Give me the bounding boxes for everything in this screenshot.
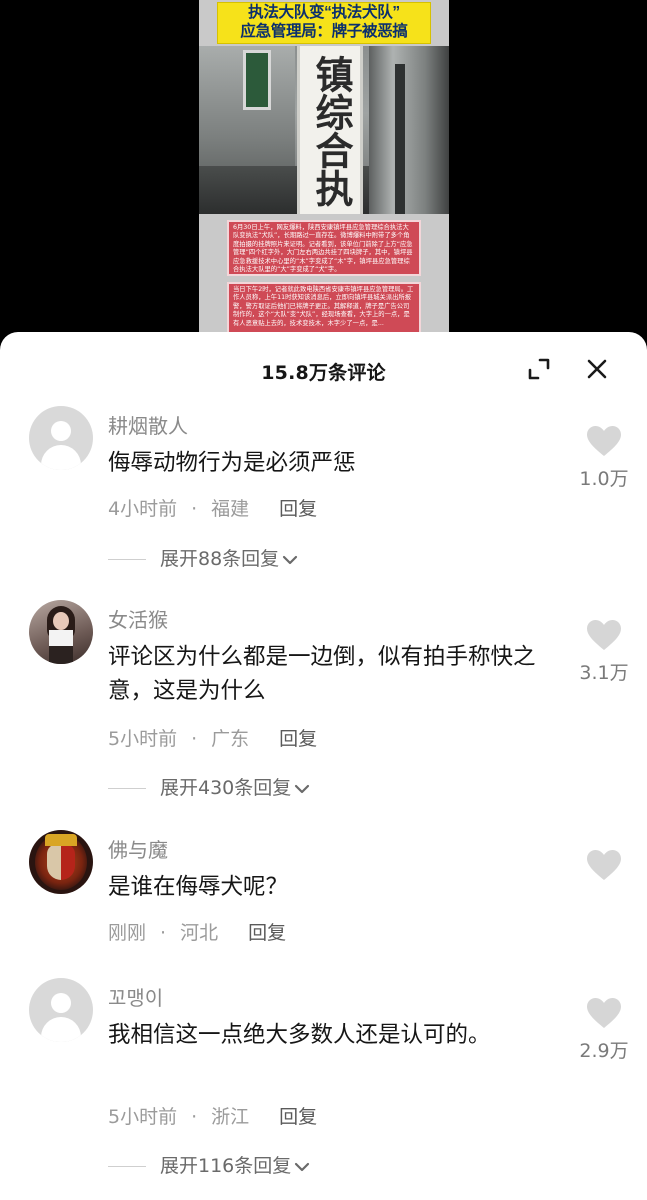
comment-time: 刚刚	[108, 922, 147, 944]
expand-icon[interactable]	[526, 356, 552, 382]
like-count: 2.9万	[579, 1040, 629, 1062]
heart-icon	[587, 998, 621, 1028]
video-headline: 执法大队变“执法犬队” 应急管理局：牌子被恶搞	[217, 2, 431, 44]
reply-button[interactable]: 回复	[279, 1106, 317, 1128]
like-button[interactable]: 2.9万	[572, 996, 636, 1063]
comment-username[interactable]: 耕烟散人	[108, 410, 188, 439]
reply-button[interactable]: 回复	[279, 728, 317, 750]
comment-sheet: 15.8万条评论 耕烟散人 侮辱动物行为是必须严惩 4小时前 · 福建 回复 展开88…	[0, 332, 647, 1200]
comment-content: 我相信这一点绝大多数人还是认可的。	[108, 1022, 491, 1048]
heart-icon	[587, 620, 621, 650]
divider	[108, 788, 146, 789]
video-frame: 执法大队变“执法犬队” 应急管理局：牌子被恶搞 镇综合执法犬队 6月30日上午，…	[199, 0, 449, 350]
comment-username[interactable]: 女活猴	[108, 604, 168, 633]
comment-username[interactable]: 꼬맹이	[108, 982, 163, 1011]
comment-username[interactable]: 佛与魔	[108, 834, 168, 863]
sheet-header: 15.8万条评论	[0, 332, 647, 406]
like-button[interactable]	[572, 848, 636, 882]
comment-time: 4小时前	[108, 498, 178, 520]
heart-icon	[587, 850, 621, 880]
close-icon[interactable]	[584, 356, 610, 382]
comment-meta: 4小时前 · 福建 回复	[108, 498, 318, 520]
comment-content: 评论区为什么都是一边倒，似有拍手称快之意，这是为什么	[108, 644, 536, 704]
avatar[interactable]	[29, 600, 93, 664]
headline-line-1: 执法大队变“执法犬队”	[248, 4, 400, 21]
reply-button[interactable]: 回复	[279, 498, 317, 520]
news-text-card-1: 6月30日上午，网友爆料，陕西安康镇坪县应急管理综合执法大队变执法“犬队”，长期…	[227, 220, 421, 276]
video-player[interactable]: 执法大队变“执法犬队” 应急管理局：牌子被恶搞 镇综合执法犬队 6月30日上午，…	[0, 0, 647, 350]
expand-replies-button[interactable]: 展开430条回复	[108, 773, 311, 800]
comment-meta: 刚刚 · 河北 回复	[108, 922, 287, 944]
comment-location: 福建	[211, 498, 250, 520]
reply-button[interactable]: 回复	[248, 922, 286, 944]
expand-replies-button[interactable]: 展开88条回复	[108, 544, 299, 571]
comment-time: 5小时前	[108, 728, 178, 750]
sign-photo: 镇综合执法犬队	[199, 46, 449, 214]
comment-content: 侮辱动物行为是必须严惩	[108, 450, 356, 476]
heart-icon	[587, 426, 621, 456]
like-count: 3.1万	[579, 662, 629, 684]
comment-location: 浙江	[211, 1106, 250, 1128]
comment-meta: 5小时前 · 浙江 回复	[108, 1106, 318, 1128]
comment-location: 河北	[180, 922, 219, 944]
like-count: 1.0万	[579, 468, 629, 490]
comment-time: 5小时前	[108, 1106, 178, 1128]
expand-replies-label: 展开430条回复	[160, 777, 292, 799]
avatar[interactable]	[29, 978, 93, 1042]
comment-content: 是谁在侮辱犬呢？	[108, 874, 289, 900]
like-button[interactable]: 1.0万	[572, 424, 636, 491]
chevron-down-icon	[293, 1156, 311, 1178]
comment-location: 广东	[211, 728, 250, 750]
comment-meta: 5小时前 · 广东 回复	[108, 728, 318, 750]
sign-board-text: 镇综合执法犬队	[297, 46, 363, 214]
expand-replies-label: 展开116条回复	[160, 1155, 292, 1177]
divider	[108, 1166, 146, 1167]
expand-replies-button[interactable]: 展开116条回复	[108, 1151, 311, 1178]
avatar[interactable]	[29, 406, 93, 470]
like-button[interactable]: 3.1万	[572, 618, 636, 685]
chevron-down-icon	[293, 778, 311, 800]
expand-replies-label: 展开88条回复	[160, 548, 280, 570]
avatar[interactable]	[29, 830, 93, 894]
divider	[108, 559, 146, 560]
chevron-down-icon	[281, 549, 299, 571]
headline-line-2: 应急管理局：牌子被恶搞	[240, 23, 408, 40]
